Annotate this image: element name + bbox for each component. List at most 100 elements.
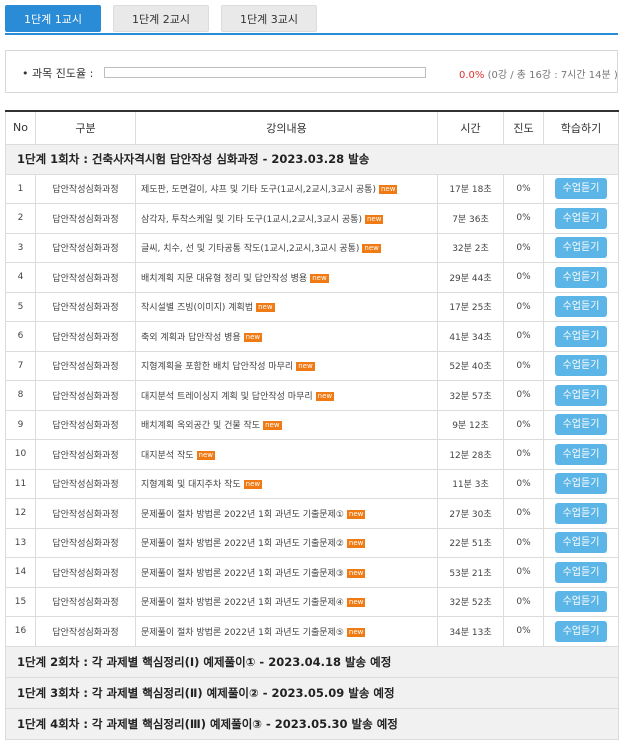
table-row: 12 답안작성심화과정 문제풀이 절차 방법론 2022년 1회 과년도 기출문제①… — [5, 498, 619, 529]
row-progress: 0% — [503, 557, 544, 588]
row-time: 32분 57초 — [437, 380, 504, 411]
row-no: 7 — [5, 350, 36, 381]
watch-lecture-button[interactable]: 수업듣기 — [555, 384, 607, 406]
row-action-cell: 수업듣기 — [543, 468, 619, 499]
row-title: 문제풀이 절차 방법론 2022년 1회 과년도 기출문제⑤ — [141, 627, 344, 638]
tab-step1-period2[interactable]: 1단계 2교시 — [113, 5, 209, 32]
row-title: 축외 계획과 답안작성 병용 — [141, 332, 241, 343]
row-no: 6 — [5, 321, 36, 352]
watch-lecture-button[interactable]: 수업듣기 — [555, 266, 607, 288]
row-no: 11 — [5, 468, 36, 499]
section-title: 1단계 3회차 : 각 과제별 핵심정리(Ⅱ) 예제풀이② - 2023.05.… — [5, 676, 619, 709]
row-action-cell: 수업듣기 — [543, 557, 619, 588]
watch-lecture-button[interactable]: 수업듣기 — [555, 620, 607, 642]
new-badge: new — [346, 539, 366, 549]
watch-lecture-button[interactable]: 수업듣기 — [555, 355, 607, 377]
row-progress: 0% — [503, 291, 544, 322]
row-category: 답안작성심화과정 — [35, 468, 136, 499]
row-category: 답안작성심화과정 — [35, 232, 136, 263]
row-no: 16 — [5, 616, 36, 647]
watch-lecture-button[interactable]: 수업듣기 — [555, 532, 607, 554]
new-badge: new — [243, 480, 263, 490]
table-row: 14 답안작성심화과정 문제풀이 절차 방법론 2022년 1회 과년도 기출문제③… — [5, 557, 619, 588]
row-time: 32분 52초 — [437, 586, 504, 617]
row-category: 답안작성심화과정 — [35, 262, 136, 293]
row-title: 문제풀이 절차 방법론 2022년 1회 과년도 기출문제② — [141, 539, 344, 550]
row-no: 2 — [5, 203, 36, 234]
row-action-cell: 수업듣기 — [543, 321, 619, 352]
new-badge: new — [378, 185, 398, 195]
row-no: 10 — [5, 439, 36, 470]
new-badge: new — [243, 332, 263, 342]
row-category: 답안작성심화과정 — [35, 498, 136, 529]
row-action-cell: 수업듣기 — [543, 527, 619, 558]
row-title: 대지분석 작도 — [141, 450, 194, 461]
new-badge: new — [364, 214, 384, 224]
row-title-cell: 대지분석 작도 new — [135, 439, 438, 470]
row-time: 17분 18초 — [437, 173, 504, 204]
watch-lecture-button[interactable]: 수업듣기 — [555, 414, 607, 436]
new-badge: new — [346, 598, 366, 608]
new-badge: new — [263, 421, 282, 431]
table-row: 7 답안작성심화과정 지형계획을 포함한 배치 답안작성 마무리 new 52분 40초… — [5, 350, 619, 381]
tab-underline — [5, 33, 618, 35]
watch-lecture-button[interactable]: 수업듣기 — [555, 443, 607, 465]
row-title-cell: 글씨, 치수, 선 및 기타공통 작도(1교시,2교시,3교시 공통) new — [135, 232, 438, 263]
row-progress: 0% — [503, 262, 544, 293]
row-action-cell: 수업듣기 — [543, 173, 619, 204]
row-progress: 0% — [503, 350, 544, 381]
row-no: 3 — [5, 232, 36, 263]
section-header-upcoming: 1단계 4회차 : 각 과제별 핵심정리(Ⅲ) 예제풀이③ - 2023.05.… — [5, 707, 619, 740]
header-study: 학습하기 — [543, 110, 619, 145]
step-tabs: 1단계 1교시 1단계 2교시 1단계 3교시 — [5, 5, 317, 32]
row-title-cell: 지형계획을 포함한 배치 답안작성 마무리 new — [135, 350, 438, 381]
course-progress-stats: 0.0% (0강 / 총 16강 : 7시간 14분 ) — [459, 66, 618, 81]
row-no: 9 — [5, 409, 36, 440]
header-category: 구분 — [35, 110, 136, 145]
row-action-cell: 수업듣기 — [543, 586, 619, 617]
watch-lecture-button[interactable]: 수업듣기 — [555, 325, 607, 347]
row-progress: 0% — [503, 439, 544, 470]
watch-lecture-button[interactable]: 수업듣기 — [555, 591, 607, 613]
table-row: 9 답안작성심화과정 배치계획 옥외공간 및 건물 작도 new 9분 12초 0% 수업듣… — [5, 409, 619, 440]
row-no: 4 — [5, 262, 36, 293]
row-no: 14 — [5, 557, 36, 588]
row-time: 27분 30초 — [437, 498, 504, 529]
table-row: 11 답안작성심화과정 지형계획 및 대지주차 작도 new 11분 3초 0% 수업듣기 — [5, 468, 619, 499]
row-category: 답안작성심화과정 — [35, 350, 136, 381]
row-progress: 0% — [503, 173, 544, 204]
watch-lecture-button[interactable]: 수업듣기 — [555, 502, 607, 524]
row-category: 답안작성심화과정 — [35, 321, 136, 352]
row-time: 12분 28초 — [437, 439, 504, 470]
table-row: 15 답안작성심화과정 문제풀이 절차 방법론 2022년 1회 과년도 기출문제④… — [5, 586, 619, 617]
watch-lecture-button[interactable]: 수업듣기 — [555, 473, 607, 495]
row-title-cell: 배치계획 지문 대유형 정리 및 답안작성 병용 new — [135, 262, 438, 293]
row-time: 53분 21초 — [437, 557, 504, 588]
new-badge: new — [310, 273, 329, 283]
row-title-cell: 배치계획 옥외공간 및 건물 작도 new — [135, 409, 438, 440]
watch-lecture-button[interactable]: 수업듣기 — [555, 178, 607, 200]
row-title: 글씨, 치수, 선 및 기타공통 작도(1교시,2교시,3교시 공통) — [141, 244, 360, 255]
row-action-cell: 수업듣기 — [543, 616, 619, 647]
table-row: 6 답안작성심화과정 축외 계획과 답안작성 병용 new 41분 34초 0% 수업듣기 — [5, 321, 619, 352]
row-title-cell: 제도판, 도면걸이, 샤프 및 기타 도구(1교시,2교시,3교시 공통) new — [135, 173, 438, 204]
row-title: 삼각자, 투착스케일 및 기타 도구(1교시,2교시,3교시 공통) — [141, 214, 362, 225]
row-progress: 0% — [503, 409, 544, 440]
watch-lecture-button[interactable]: 수업듣기 — [555, 296, 607, 318]
row-title: 대지분석 트레이싱지 계획 및 답안작성 마무리 — [141, 391, 313, 402]
watch-lecture-button[interactable]: 수업듣기 — [555, 237, 607, 259]
table-row: 2 답안작성심화과정 삼각자, 투착스케일 및 기타 도구(1교시,2교시,3교시 … — [5, 203, 619, 234]
new-badge: new — [296, 362, 315, 372]
table-header-row: No 구분 강의내용 시간 진도 학습하기 — [5, 110, 619, 145]
tab-step1-period1[interactable]: 1단계 1교시 — [5, 5, 101, 32]
watch-lecture-button[interactable]: 수업듣기 — [555, 207, 607, 229]
header-progress: 진도 — [503, 110, 544, 145]
tab-step1-period3[interactable]: 1단계 3교시 — [221, 5, 317, 32]
course-progress-percent: 0.0% — [459, 70, 485, 81]
row-category: 답안작성심화과정 — [35, 291, 136, 322]
row-title-cell: 대지분석 트레이싱지 계획 및 답안작성 마무리 new — [135, 380, 438, 411]
row-category: 답안작성심화과정 — [35, 173, 136, 204]
row-time: 52분 40초 — [437, 350, 504, 381]
row-title-cell: 문제풀이 절차 방법론 2022년 1회 과년도 기출문제④ new — [135, 586, 438, 617]
watch-lecture-button[interactable]: 수업듣기 — [555, 561, 607, 583]
